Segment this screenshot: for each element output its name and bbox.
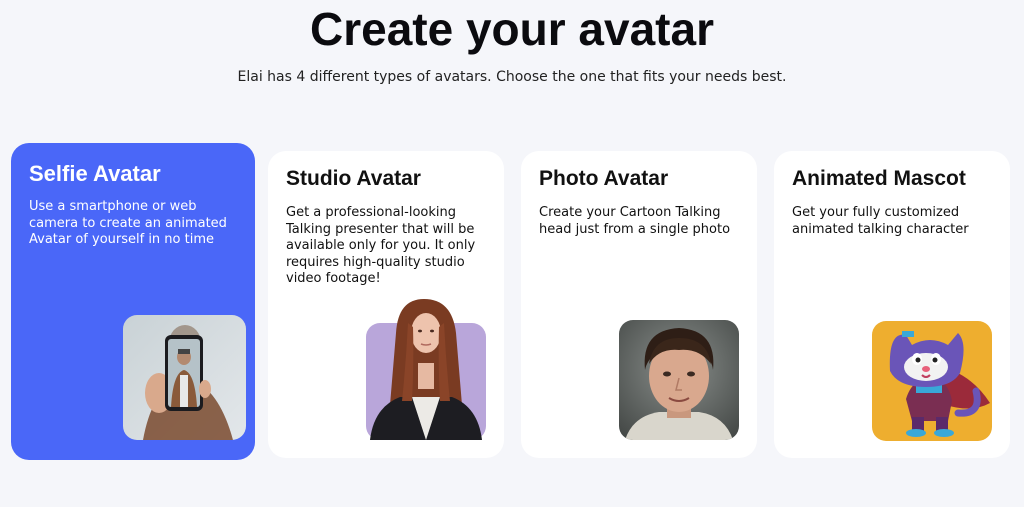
page-title: Create your avatar — [310, 3, 714, 55]
card-title: Studio Avatar — [286, 167, 421, 190]
portrait-image — [619, 320, 739, 440]
card-title: Photo Avatar — [539, 167, 669, 190]
card-title: Animated Mascot — [792, 167, 966, 190]
card-photo-avatar[interactable]: Photo Avatar Create your Cartoon Talking… — [521, 151, 757, 458]
card-animated-mascot[interactable]: Animated Mascot Get your fully customize… — [774, 151, 1010, 458]
studio-presenter-image — [366, 299, 486, 440]
card-selfie-avatar[interactable]: Selfie Avatar Use a smartphone or web ca… — [11, 143, 255, 460]
cat-mascot-image — [872, 321, 992, 441]
card-description: Get a professional-looking Talking prese… — [286, 205, 476, 286]
card-description: Create your Cartoon Talking head just fr… — [539, 205, 731, 237]
selfie-phone-image — [123, 315, 246, 440]
card-description: Get your fully customized animated talki… — [792, 205, 969, 237]
card-title: Selfie Avatar — [29, 161, 161, 186]
page-subtitle: Elai has 4 different types of avatars. C… — [237, 69, 787, 85]
card-studio-avatar[interactable]: Studio Avatar Get a professional-looking… — [268, 151, 504, 458]
card-description: Use a smartphone or web camera to create… — [29, 199, 227, 247]
